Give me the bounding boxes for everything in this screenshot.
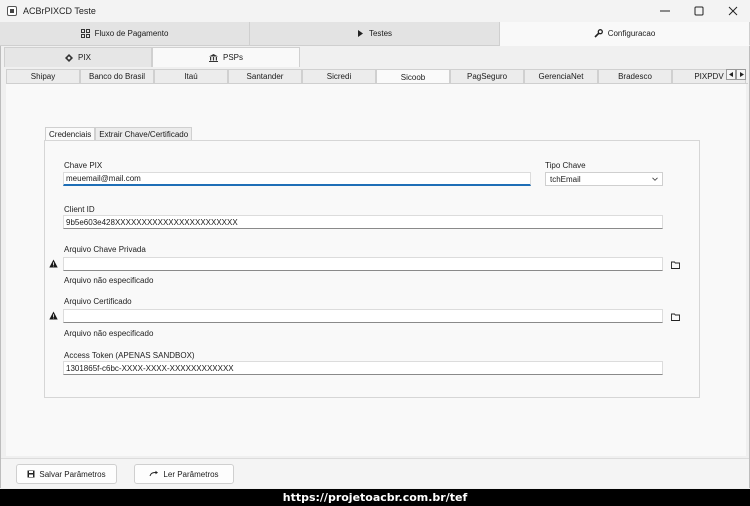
pix-icon bbox=[65, 53, 74, 62]
chave-pix-label: Chave PIX bbox=[64, 161, 103, 170]
app-icon bbox=[7, 6, 17, 16]
tab-sicoob[interactable]: Sicoob bbox=[376, 69, 450, 83]
tab-pagseguro[interactable]: PagSeguro bbox=[450, 69, 524, 83]
close-button[interactable] bbox=[716, 0, 750, 22]
scroll-right-button[interactable] bbox=[736, 69, 746, 80]
tab-bradesco[interactable]: Bradesco bbox=[598, 69, 672, 83]
button-label: Salvar Parâmetros bbox=[39, 469, 106, 479]
tab-banco-do-brasil[interactable]: Banco do Brasil bbox=[80, 69, 154, 83]
minimize-button[interactable] bbox=[648, 0, 682, 22]
tab-testes[interactable]: Testes bbox=[250, 22, 500, 46]
tab-credenciais[interactable]: Credenciais bbox=[45, 127, 96, 140]
ler-parametros-button[interactable]: Ler Parâmetros bbox=[134, 464, 234, 484]
chave-pix-input[interactable]: meuemail@mail.com bbox=[63, 172, 531, 186]
certificado-status: Arquivo não especificado bbox=[64, 329, 154, 338]
tab-label: PIX bbox=[78, 53, 91, 62]
chave-privada-label: Arquivo Chave Privada bbox=[64, 245, 146, 254]
chave-privada-status: Arquivo não especificado bbox=[64, 276, 154, 285]
chevron-down-icon bbox=[652, 177, 658, 181]
access-token-label: Access Token (APENAS SANDBOX) bbox=[64, 351, 195, 360]
arrow-right-icon bbox=[739, 72, 744, 77]
flow-icon bbox=[80, 29, 90, 38]
client-id-label: Client ID bbox=[64, 205, 95, 214]
tab-itau[interactable]: Itaú bbox=[154, 69, 228, 83]
tab-pix[interactable]: PIX bbox=[4, 47, 152, 67]
tab-shipay[interactable]: Shipay bbox=[6, 69, 80, 83]
warning-icon bbox=[49, 259, 58, 268]
save-icon bbox=[27, 470, 35, 478]
tipo-chave-select[interactable]: tchEmail bbox=[545, 172, 663, 186]
arrow-left-icon bbox=[728, 72, 733, 77]
scroll-left-button[interactable] bbox=[726, 69, 736, 80]
wrench-icon bbox=[594, 29, 603, 38]
minimize-icon bbox=[660, 10, 670, 12]
client-id-input[interactable]: 9b5e603e428XXXXXXXXXXXXXXXXXXXXXXX bbox=[63, 215, 663, 229]
maximize-icon bbox=[694, 6, 704, 16]
play-icon bbox=[357, 30, 363, 37]
main-tabs: Fluxo de Pagamento Testes Configuracao bbox=[0, 22, 750, 46]
psp-tabs: Shipay Banco do Brasil Itaú Santander Si… bbox=[6, 69, 748, 84]
tab-extrair-chave-certificado[interactable]: Extrair Chave/Certificado bbox=[95, 127, 193, 140]
folder-icon[interactable] bbox=[671, 261, 680, 269]
tab-label: Testes bbox=[368, 29, 393, 38]
maximize-button[interactable] bbox=[682, 0, 716, 22]
tab-label: Configuracao bbox=[607, 29, 656, 38]
tab-psps[interactable]: PSPs bbox=[152, 47, 300, 67]
bank-icon bbox=[208, 53, 218, 62]
tab-santander[interactable]: Santander bbox=[228, 69, 302, 83]
certificado-label: Arquivo Certificado bbox=[64, 297, 132, 306]
title-bar: ACBrPIXCD Teste bbox=[0, 0, 750, 22]
button-label: Ler Parâmetros bbox=[163, 469, 219, 479]
bottom-toolbar: Salvar Parâmetros Ler Parâmetros bbox=[1, 458, 749, 488]
inner-tabs: Credenciais Extrair Chave/Certificado bbox=[45, 127, 193, 140]
tab-gerencianet[interactable]: GerenciaNet bbox=[524, 69, 598, 83]
window-controls bbox=[648, 0, 750, 22]
sub-tabs: PIX PSPs bbox=[4, 47, 300, 67]
tab-sicredi[interactable]: Sicredi bbox=[302, 69, 376, 83]
chave-privada-input[interactable] bbox=[63, 257, 663, 271]
salvar-parametros-button[interactable]: Salvar Parâmetros bbox=[16, 464, 117, 484]
certificado-input[interactable] bbox=[63, 309, 663, 323]
footer-banner: https://projetoacbr.com.br/tef bbox=[0, 489, 750, 506]
folder-icon[interactable] bbox=[671, 313, 680, 321]
tab-label: Fluxo de Pagamento bbox=[94, 29, 169, 38]
close-icon bbox=[728, 6, 738, 16]
access-token-input[interactable]: 1301865f-c6bc-XXXX-XXXX-XXXXXXXXXXXX bbox=[63, 361, 663, 375]
tab-configuracao[interactable]: Configuracao bbox=[500, 22, 750, 46]
tab-label: PSPs bbox=[222, 53, 243, 62]
reload-icon bbox=[149, 470, 159, 477]
tipo-chave-value: tchEmail bbox=[550, 174, 581, 184]
tab-scroll-arrows bbox=[726, 69, 746, 80]
window-left-border bbox=[0, 22, 1, 488]
footer-url[interactable]: https://projetoacbr.com.br/tef bbox=[283, 491, 468, 504]
tab-fluxo-de-pagamento[interactable]: Fluxo de Pagamento bbox=[0, 22, 250, 46]
window-title: ACBrPIXCD Teste bbox=[23, 6, 96, 16]
tipo-chave-label: Tipo Chave bbox=[545, 161, 586, 170]
warning-icon bbox=[49, 311, 58, 320]
